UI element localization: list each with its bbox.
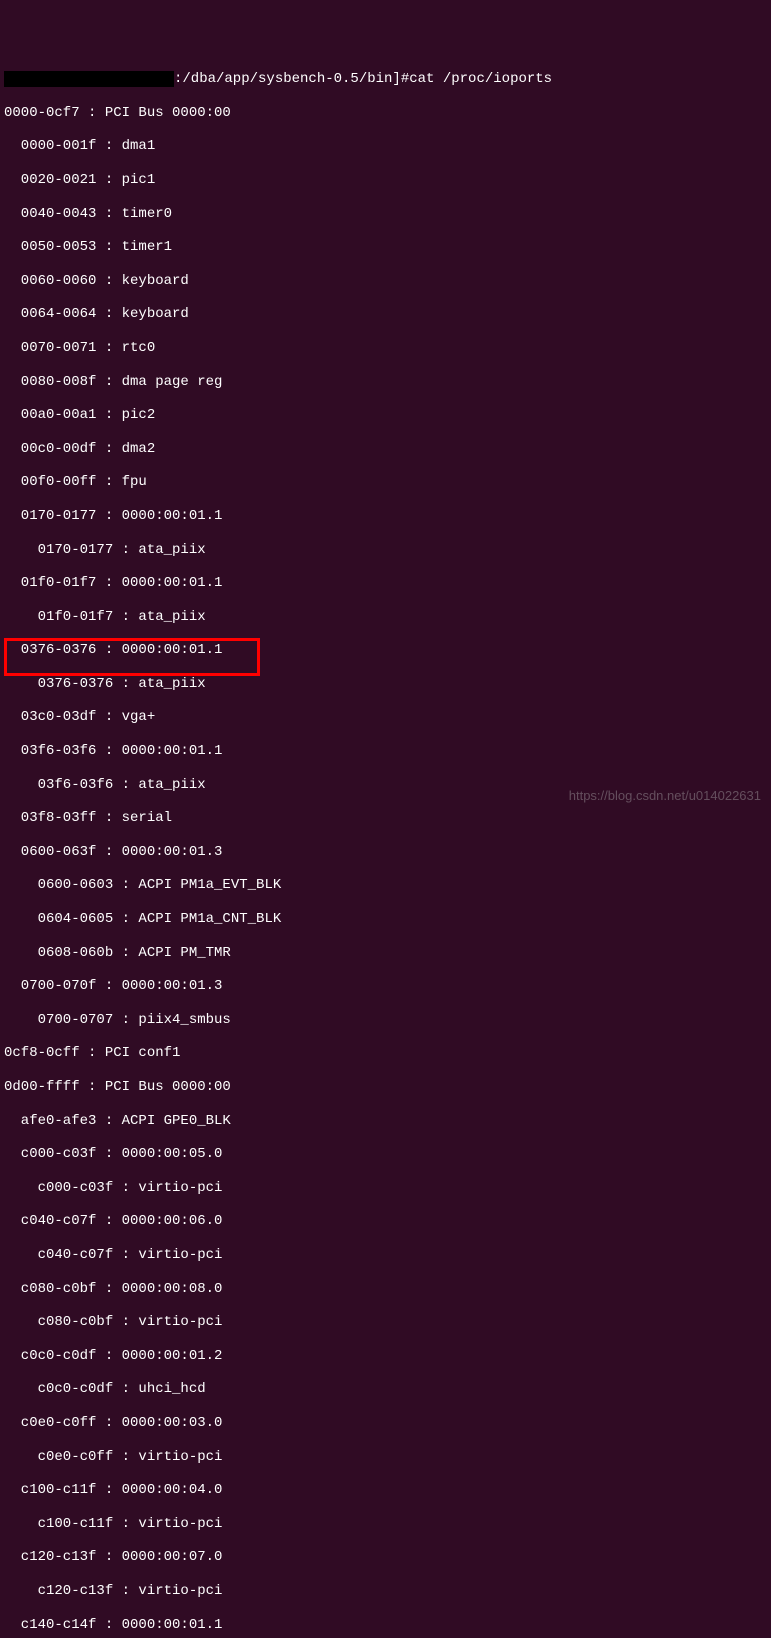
output-line: 0000-001f : dma1	[4, 138, 771, 155]
output-line: c100-c11f : virtio-pci	[4, 1516, 771, 1533]
output-line: c080-c0bf : 0000:00:08.0	[4, 1281, 771, 1298]
output-line: 0060-0060 : keyboard	[4, 273, 771, 290]
output-line: c140-c14f : 0000:00:01.1	[4, 1617, 771, 1634]
output-line: 0600-0603 : ACPI PM1a_EVT_BLK	[4, 877, 771, 894]
output-line: 03f6-03f6 : 0000:00:01.1	[4, 743, 771, 760]
output-line: c0c0-c0df : 0000:00:01.2	[4, 1348, 771, 1365]
output-line: 00c0-00df : dma2	[4, 441, 771, 458]
output-line: 00f0-00ff : fpu	[4, 474, 771, 491]
output-line: c100-c11f : 0000:00:04.0	[4, 1482, 771, 1499]
output-line: 0608-060b : ACPI PM_TMR	[4, 945, 771, 962]
output-line: 0700-0707 : piix4_smbus	[4, 1012, 771, 1029]
output-line: 0170-0177 : 0000:00:01.1	[4, 508, 771, 525]
output-line: c120-c13f : virtio-pci	[4, 1583, 771, 1600]
output-line: 0700-070f : 0000:00:01.3	[4, 978, 771, 995]
output-line: 0020-0021 : pic1	[4, 172, 771, 189]
output-line: 0050-0053 : timer1	[4, 239, 771, 256]
output-line: 0080-008f : dma page reg	[4, 374, 771, 391]
output-line: 0600-063f : 0000:00:01.3	[4, 844, 771, 861]
output-line: 0070-0071 : rtc0	[4, 340, 771, 357]
prompt-path: :/dba/app/sysbench-0.5/bin]#	[174, 71, 409, 88]
output-line: c120-c13f : 0000:00:07.0	[4, 1549, 771, 1566]
output-line: 0cf8-0cff : PCI conf1	[4, 1045, 771, 1062]
output-line: c040-c07f : virtio-pci	[4, 1247, 771, 1264]
output-line: c0e0-c0ff : 0000:00:03.0	[4, 1415, 771, 1432]
output-line: 0376-0376 : 0000:00:01.1	[4, 642, 771, 659]
output-line: afe0-afe3 : ACPI GPE0_BLK	[4, 1113, 771, 1130]
command-prompt: :/dba/app/sysbench-0.5/bin]#cat /proc/io…	[4, 71, 771, 88]
output-line: 0170-0177 : ata_piix	[4, 542, 771, 559]
watermark: https://blog.csdn.net/u014022631	[569, 788, 761, 804]
output-line: c000-c03f : virtio-pci	[4, 1180, 771, 1197]
redacted-user-host	[4, 71, 174, 87]
output-line: 00a0-00a1 : pic2	[4, 407, 771, 424]
output-line: 01f0-01f7 : 0000:00:01.1	[4, 575, 771, 592]
output-line: 03c0-03df : vga+	[4, 709, 771, 726]
output-line: 01f0-01f7 : ata_piix	[4, 609, 771, 626]
output-line: 0000-0cf7 : PCI Bus 0000:00	[4, 105, 771, 122]
output-line: 0d00-ffff : PCI Bus 0000:00	[4, 1079, 771, 1096]
output-line: 0376-0376 : ata_piix	[4, 676, 771, 693]
output-line: 0604-0605 : ACPI PM1a_CNT_BLK	[4, 911, 771, 928]
output-line: c040-c07f : 0000:00:06.0	[4, 1213, 771, 1230]
output-line: c080-c0bf : virtio-pci	[4, 1314, 771, 1331]
prompt-command: cat /proc/ioports	[409, 71, 552, 88]
output-line: c0e0-c0ff : virtio-pci	[4, 1449, 771, 1466]
output-line: c0c0-c0df : uhci_hcd	[4, 1381, 771, 1398]
output-line: 0064-0064 : keyboard	[4, 306, 771, 323]
output-line: 0040-0043 : timer0	[4, 206, 771, 223]
output-line: c000-c03f : 0000:00:05.0	[4, 1146, 771, 1163]
